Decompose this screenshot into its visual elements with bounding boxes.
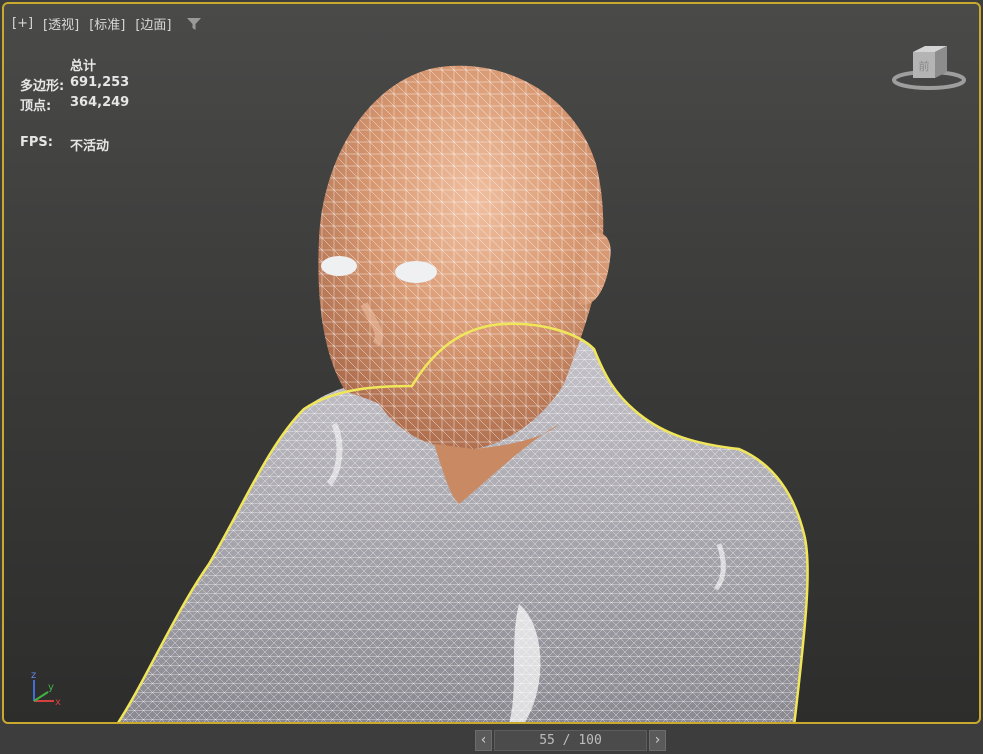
left-eye <box>321 256 357 276</box>
fps-label: FPS: <box>20 135 53 150</box>
polygons-label: 多边形: <box>20 79 65 94</box>
chevron-right-icon: › <box>654 732 661 748</box>
viewcube[interactable]: 前 <box>891 44 967 94</box>
axis-x-label: x <box>55 697 61 708</box>
axis-z-label: z <box>31 670 36 681</box>
viewport-menu-perspective[interactable]: [透视] <box>43 14 79 33</box>
viewport-menu-edged-faces[interactable]: [边面] <box>135 14 171 33</box>
axis-y-label: y <box>48 682 54 693</box>
viewport-menu-standard[interactable]: [标准] <box>89 14 125 33</box>
perspective-viewport[interactable]: [+] [透视] [标准] [边面] 总计 多边形: 691,253 顶点: 3… <box>2 2 981 724</box>
next-button[interactable]: › <box>649 729 666 751</box>
viewcube-face-label: 前 <box>919 59 930 73</box>
vertices-label: 顶点: <box>20 99 52 114</box>
previous-button[interactable]: ‹ <box>475 729 492 751</box>
filter-icon[interactable] <box>186 17 202 31</box>
chevron-left-icon: ‹ <box>480 732 487 748</box>
stats-header: 总计 <box>70 59 97 74</box>
image-pager: ‹ 55 / 100 › <box>475 729 668 751</box>
right-eye <box>395 261 437 283</box>
polygons-value: 691,253 <box>70 75 130 90</box>
vertices-value: 364,249 <box>70 95 130 110</box>
page-indicator: 55 / 100 <box>494 729 647 751</box>
scene-canvas[interactable] <box>4 4 981 724</box>
axis-tripod: z x y <box>31 670 61 708</box>
fps-value: 不活动 <box>70 139 110 154</box>
viewport-label-menu: [+] [透视] [标准] [边面] <box>12 14 202 33</box>
viewport-menu-plus[interactable]: [+] <box>12 16 33 31</box>
